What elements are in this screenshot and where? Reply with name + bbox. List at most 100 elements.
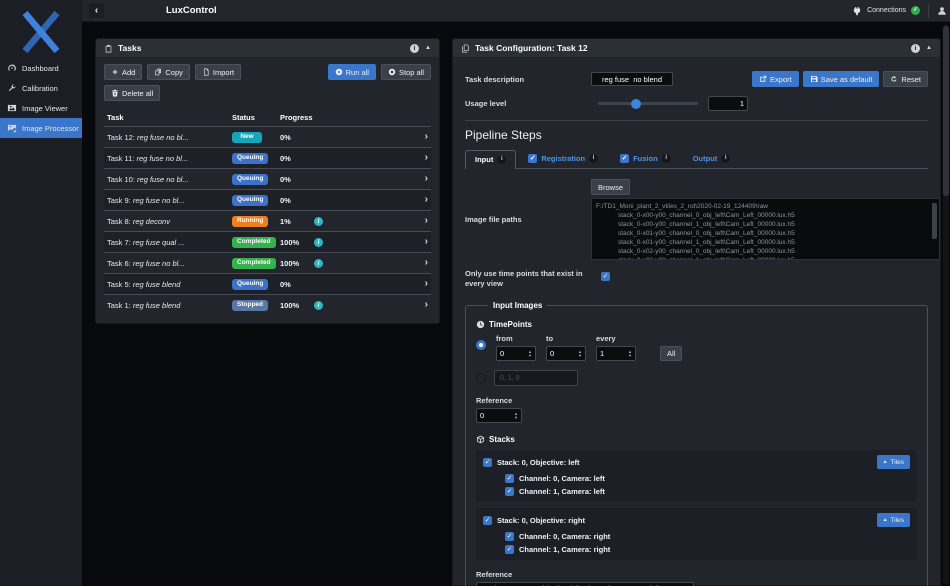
export-icon [759, 75, 767, 83]
task-row[interactable]: Task 10: reg fuse no bl... Queuing 0% i … [104, 168, 431, 189]
stack-checkbox-checked[interactable]: ✓ [483, 458, 492, 467]
tab-label: Fusion [633, 154, 658, 163]
stepper-arrows-icon[interactable]: ▲▼ [528, 350, 532, 356]
user-icon[interactable] [937, 6, 947, 16]
page-scrollbar-thumb[interactable] [943, 26, 949, 196]
clock-icon [476, 320, 485, 329]
tab-info-icon[interactable]: i [589, 154, 598, 163]
export-button[interactable]: Export [752, 71, 799, 87]
pipeline-tab[interactable]: ✓ Input i [465, 150, 516, 169]
page-scrollbar[interactable] [943, 24, 949, 584]
stepper-arrows-icon[interactable]: ▲▼ [514, 412, 518, 418]
collapse-caret-icon[interactable]: ▲ [926, 45, 932, 51]
only-use-checkbox-checked[interactable]: ✓ [601, 272, 610, 281]
topbar: ‹ LuxControl Connections ✓ [82, 0, 950, 22]
task-info-icon[interactable]: i [314, 259, 323, 268]
task-row[interactable]: Task 7: reg fuse qual ... Completed 100%… [104, 231, 431, 252]
chevron-right-icon[interactable]: › [425, 279, 428, 289]
info-icon[interactable]: i [410, 44, 419, 53]
tasks-panel: Tasks i ▲ Add Copy Import Run all Stop a… [95, 38, 440, 324]
column-progress: Progress [280, 113, 314, 122]
plus-icon [111, 68, 119, 76]
topbar-right: Connections ✓ [852, 4, 950, 18]
chevron-right-icon[interactable]: › [425, 300, 428, 310]
file-paths-scrollbar[interactable] [932, 203, 937, 239]
range-radio-selected[interactable] [476, 340, 486, 350]
task-info-icon[interactable]: i [314, 217, 323, 226]
task-row[interactable]: Task 11: reg fuse no bl... Queuing 0% i … [104, 147, 431, 168]
task-info-icon[interactable]: i [314, 238, 323, 247]
pipeline-tab[interactable]: ✓ Registration i [518, 149, 608, 168]
stop-all-button[interactable]: Stop all [381, 64, 431, 80]
stacks-reference-block: Reference Stack: 0-x00-y00, Objective: l… [476, 570, 917, 586]
task-description-input[interactable] [591, 72, 673, 86]
channel-checkbox-checked[interactable]: ✓ [505, 487, 514, 496]
tiles-collapse-button[interactable]: ▲Tiles [877, 455, 910, 469]
reference-select[interactable]: Stack: 0-x00-y00, Objective: left, Chann… [476, 582, 694, 586]
tab-info-icon[interactable]: i [721, 154, 730, 163]
tiles-collapse-button[interactable]: ▲Tiles [877, 513, 910, 527]
task-row[interactable]: Task 8: reg deconv Running 1% i › [104, 210, 431, 231]
to-input[interactable]: 0▲▼ [546, 346, 586, 361]
connections-label[interactable]: Connections [867, 7, 906, 14]
tasks-panel-header[interactable]: Tasks i ▲ [96, 39, 439, 57]
pipeline-tab[interactable]: ✓ Fusion i [610, 149, 681, 168]
sidebar-item[interactable]: Image Viewer [0, 98, 82, 118]
info-icon[interactable]: i [911, 44, 920, 53]
add-task-button[interactable]: Add [104, 64, 142, 80]
delete-all-button[interactable]: Delete all [104, 85, 160, 101]
chevron-right-icon[interactable]: › [425, 216, 428, 226]
reset-button[interactable]: Reset [883, 71, 928, 87]
pipeline-tab[interactable]: ✓ Output i [683, 149, 741, 168]
reference-input[interactable]: 0▲▼ [476, 408, 522, 423]
back-button[interactable]: ‹ [89, 3, 104, 18]
channel-checkbox-checked[interactable]: ✓ [505, 532, 514, 541]
stack-label: Stack: 0, Objective: left [497, 458, 580, 467]
sidebar-item[interactable]: Dashboard [0, 58, 82, 78]
from-input[interactable]: 0▲▼ [496, 346, 536, 361]
chevron-right-icon[interactable]: › [425, 153, 428, 163]
sidebar-item-label: Image Processor [22, 124, 79, 133]
every-input[interactable]: 1▲▼ [596, 346, 636, 361]
stepper-arrows-icon[interactable]: ▲▼ [578, 350, 582, 356]
tab-info-icon[interactable]: i [497, 155, 506, 164]
browse-button[interactable]: Browse [591, 179, 630, 195]
tab-info-icon[interactable]: i [662, 154, 671, 163]
chevron-right-icon[interactable]: › [425, 258, 428, 268]
import-task-button[interactable]: Import [195, 64, 241, 80]
stack-checkbox-checked[interactable]: ✓ [483, 516, 492, 525]
usage-level-label: Usage level [465, 99, 591, 108]
file-path-line: stack_0-x01-y00_channel_0_obj_left\Cam_L… [596, 229, 929, 238]
collapse-caret-icon[interactable]: ▲ [425, 45, 431, 51]
tab-checkbox-checked[interactable]: ✓ [620, 154, 629, 163]
stepper-arrows-icon[interactable]: ▲▼ [628, 350, 632, 356]
custom-radio-unselected[interactable] [476, 373, 486, 383]
task-info-icon[interactable]: i [314, 301, 323, 310]
save-as-default-button[interactable]: Save as default [803, 71, 880, 87]
channel-checkbox-checked[interactable]: ✓ [505, 474, 514, 483]
chevron-right-icon[interactable]: › [425, 132, 428, 142]
custom-timepoints-input[interactable] [494, 370, 578, 386]
usage-level-input[interactable]: 1 [708, 96, 748, 111]
slider-thumb[interactable] [631, 99, 641, 109]
sidebar-item[interactable]: Image Processor [0, 118, 82, 138]
task-row[interactable]: Task 9: reg fuse no bl... Queuing 0% i › [104, 189, 431, 210]
tab-checkbox-checked[interactable]: ✓ [528, 154, 537, 163]
task-row[interactable]: Task 12: reg fuse no bl... New 0% i › [104, 126, 431, 147]
chevron-right-icon[interactable]: › [425, 237, 428, 247]
logo-x-icon [21, 9, 61, 55]
file-path-line: F:/TD1_Moni_plant_2_vtiles_2_rot\2020-02… [596, 202, 929, 211]
config-panel-header[interactable]: Task Configuration: Task 12 i ▲ [453, 39, 940, 57]
all-button[interactable]: All [660, 346, 682, 361]
task-row[interactable]: Task 5: reg fuse blend Queuing 0% i › [104, 273, 431, 294]
chevron-right-icon[interactable]: › [425, 174, 428, 184]
task-row[interactable]: Task 1: reg fuse blend Stopped 100% i › [104, 294, 431, 315]
task-row[interactable]: Task 6: reg fuse no bl... Completed 100%… [104, 252, 431, 273]
sidebar-item[interactable]: Calibration [0, 78, 82, 98]
chevron-right-icon[interactable]: › [425, 195, 428, 205]
file-paths-box[interactable]: F:/TD1_Moni_plant_2_vtiles_2_rot\2020-02… [591, 198, 940, 260]
run-all-button[interactable]: Run all [328, 64, 376, 80]
copy-task-button[interactable]: Copy [147, 64, 190, 80]
usage-level-slider[interactable] [598, 102, 698, 105]
channel-checkbox-checked[interactable]: ✓ [505, 545, 514, 554]
